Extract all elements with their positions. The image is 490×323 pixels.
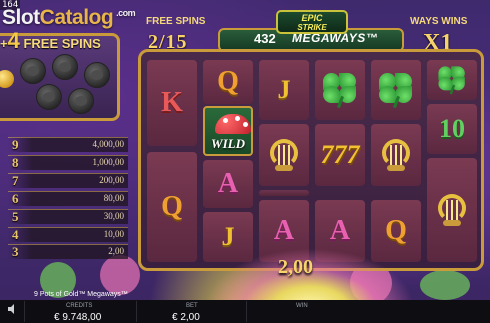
clover-icon [438,66,467,95]
reel-symbol-10: 10 [427,104,477,154]
symbol-letter: Q [217,66,239,97]
paytable-row: 8 1,000,00 [8,155,128,170]
reel-symbol-clover [427,60,477,100]
reel-symbol-clover [315,60,365,120]
reel-symbol-a: A [203,160,253,208]
reel-symbol-j: J [259,60,309,120]
bet-label: BET [186,303,198,309]
symbol-letter: J [221,222,235,251]
harp-icon [379,135,413,175]
reel-symbol-q: Q [203,60,253,104]
reel-symbol-clover [371,60,421,120]
divider [24,301,25,322]
paytable-amount: 4,000,00 [92,139,125,149]
epic-strike-line2: STRIKE [297,23,327,32]
win-label: WIN [296,303,308,309]
paytable-row: 7 200,00 [8,173,128,188]
paytable-amount: 200,00 [99,175,124,185]
free-spins-award-number: 4 [7,28,20,53]
watermark-part2: Catalog [39,6,114,29]
wild-symbol: WILD [203,106,253,156]
multiplier-paytable: 9 4,000,00 8 1,000,00 7 200,00 6 80,00 5 30,0… [0,130,128,260]
harp-icon [267,135,301,175]
paytable-row: 9 4,000,00 [8,137,128,152]
reel-symbol-q: Q [147,152,197,262]
harp-icon [435,190,469,230]
paytable-count: 3 [12,244,19,259]
watermark-logo: SlotCatalog .com [2,6,136,30]
reel-symbol-sevens: 777 [315,124,365,186]
pot-icon [36,84,62,110]
paytable-count: 5 [12,209,19,224]
wild-label: WILD [211,136,245,151]
paytable-row: 5 30,00 [8,209,128,224]
free-spins-label: FREE SPINS [146,16,206,27]
free-spins-award-text: FREE SPINS [23,36,101,51]
clover-icon [322,72,358,109]
speaker-icon[interactable] [8,304,17,314]
credits-label: CREDITS [66,303,93,309]
credits-value: € 9.748,00 [54,312,102,323]
win-amount-display: 2,00 [278,256,313,278]
background-clover-decoration [420,270,470,300]
free-spins-award: +4 FREE SPINS [0,28,101,53]
triple-seven-icon: 777 [320,140,360,169]
epic-strike-badge: EPIC STRIKE [276,10,348,34]
game-title: 9 Pots of Gold™ Megaways™ [34,291,128,298]
paytable-count: 4 [12,227,19,242]
epic-strike-line1: EPIC [301,13,323,23]
paytable-row: 4 10,00 [8,227,128,242]
watermark-suffix: .com [116,8,136,18]
paytable-row: 3 2,00 [8,244,128,259]
paytable-count: 9 [12,137,19,152]
paytable-count: 8 [12,155,19,170]
symbol-letter: J [277,75,291,104]
reel-symbol-harp [371,124,421,186]
symbol-letter: K [161,87,183,118]
paytable-count: 7 [12,173,19,188]
reel-symbol-harp [427,158,477,262]
divider [136,301,137,322]
paytable-count: 6 [12,191,19,206]
paytable-amount: 1,000,00 [92,157,125,167]
symbol-letter: Q [161,191,183,222]
paytable-amount: 2,00 [108,246,124,256]
pot-icon [68,88,94,114]
clover-icon [378,72,414,109]
pot-icon [84,62,110,88]
pot-icon [20,58,46,84]
reel-symbol-k: K [147,60,197,146]
divider [246,301,247,322]
symbol-letter: A [329,215,351,246]
watermark-part1: Slot [2,6,40,29]
reel-grid: K Q Q WILD A J J A 777 A Q 10 [138,49,484,271]
paytable-amount: 30,00 [103,211,124,221]
bet-value: € 2,00 [172,312,200,323]
ways-wins-label: WAYS WINS [410,16,468,27]
reel-cell [259,190,309,196]
reel-symbol-harp [259,124,309,186]
symbol-letter: 10 [439,114,465,143]
paytable-amount: 80,00 [103,193,124,203]
symbol-letter: Q [385,215,407,246]
background-clover-decoration [100,255,140,295]
ways-count: 432 [254,31,276,46]
symbol-letter: A [273,215,295,246]
symbol-letter: A [217,168,239,199]
paytable-row: 6 80,00 [8,191,128,206]
pot-icon [52,54,78,80]
paytable-amount: 10,00 [103,229,124,239]
